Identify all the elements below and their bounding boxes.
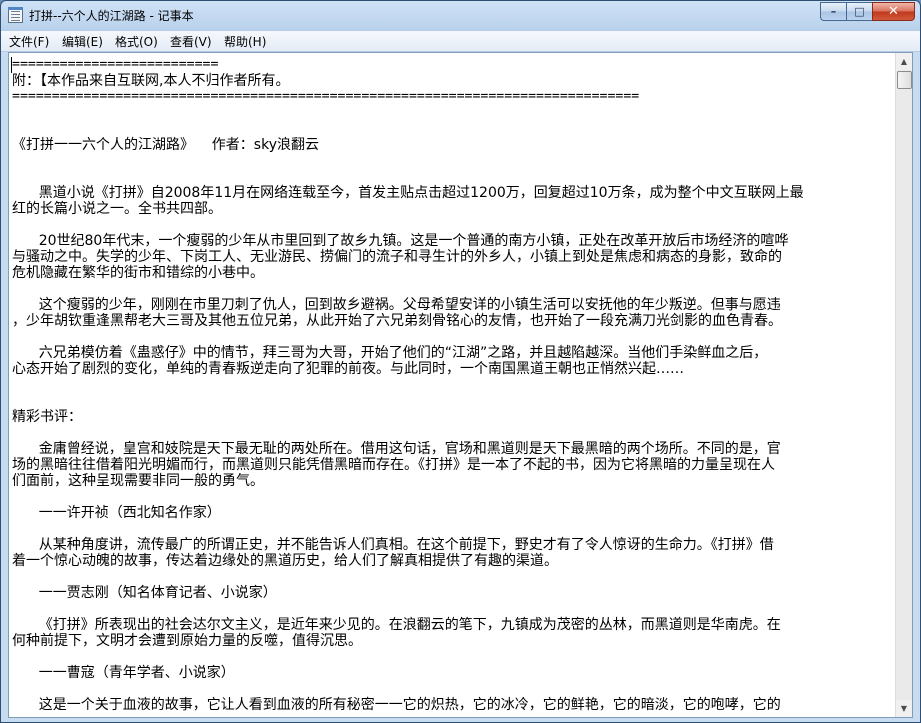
document-line: 六兄弟模仿着《蛊惑仔》中的情节，拜三哥为大哥，开始了他们的“江湖”之路，并且越陷… [12,345,768,361]
notepad-window: 打拼--六个人的江湖路 - 记事本 – □ ✕ 文件(F) 编辑(E) 格式(O… [0,0,921,723]
menu-file[interactable]: 文件(F) [8,33,50,50]
document-line: 这个瘦弱的少年，刚刚在市里刀刺了仇人，回到故乡避祸。父母希望安详的小镇生活可以安… [12,297,781,313]
document-line: ========================================… [12,89,640,104]
menu-help[interactable]: 帮助(H) [223,33,267,50]
document-line: 危机隐藏在繁华的街市和错综的小巷中。 [12,265,264,281]
scroll-up-button[interactable]: ▲ [896,53,912,70]
document-line: 20世纪80年代末，一个瘦弱的少年从市里回到了故乡九镇。这是一个普通的南方小镇，… [12,233,789,249]
vertical-scrollbar[interactable]: ▲ ▼ [895,53,912,717]
document-line: 心态开始了剧烈的变化，单纯的青春叛逆走向了犯罪的前夜。与此同时，一个南国黑道王朝… [12,361,684,377]
window-title: 打拼--六个人的江湖路 - 记事本 [29,9,194,23]
title-bar[interactable]: 打拼--六个人的江湖路 - 记事本 – □ ✕ [1,1,920,29]
menu-format[interactable]: 格式(O) [114,33,159,50]
document-line: ，少年胡钦重逢黑帮老大三哥及其他五位兄弟，从此开始了六兄弟刻骨铭心的友情，也开始… [12,313,782,329]
document-line: 何种前提下，文明才会遭到原始力量的反噬，值得沉思。 [12,633,362,649]
document-line: 这是一个关于血液的故事，它让人看到血液的所有秘密一一它的炽热，它的冰冷，它的鲜艳… [12,697,781,713]
document-line: 们面前，这种呈现需要非同一般的勇气。 [12,473,264,489]
document-line: 金庸曾经说，皇宫和妓院是天下最无耻的两处所在。借用这句话，官场和黑道则是天下最黑… [12,441,781,457]
maximize-button[interactable]: □ [846,2,872,21]
document-line: 一一许开祯（西北知名作家） [12,505,221,521]
document-line: 与骚动之中。失学的少年、下岗工人、无业游民、捞偏门的流子和寻生计的外乡人，小镇上… [12,249,782,265]
document-line: 一一贾志刚（知名体育记者、小说家） [12,585,277,601]
document-line: 着一个惊心动魄的故事，传达着边缘处的黑道历史，给人们了解真相提供了有趣的渠道。 [12,553,558,569]
document-line: 从某种角度讲，流传最广的所谓正史，并不能告诉人们真相。在这个前提下，野史才有了令… [12,537,774,553]
document-line: 红的长篇小说之一。全书共四部。 [12,201,222,217]
text-editor-area[interactable]: ========================== 附：【本作品来自互联网,本人… [8,52,913,718]
close-icon: ✕ [888,4,899,19]
scroll-up-arrow-icon: ▲ [900,57,908,66]
scroll-down-arrow-icon: ▼ [900,704,908,713]
menu-bar: 文件(F) 编辑(E) 格式(O) 查看(V) 帮助(H) [1,30,920,52]
document-line: 《打拼一一六个人的江湖路》 作者：sky浪翻云 [12,137,319,153]
close-button[interactable]: ✕ [872,2,915,21]
notepad-app-icon[interactable] [8,7,23,23]
scroll-down-button[interactable]: ▼ [896,700,912,717]
document-line: 《打拼》所表现出的社会达尔文主义，是近年来少见的。在浪翻云的笔下，九镇成为茂密的… [12,617,781,633]
minimize-icon: – [830,5,837,18]
document-line: 黑道小说《打拼》自2008年11月在网络连载至今，首发主贴点击超过1200万，回… [12,185,804,201]
maximize-icon: □ [854,5,865,18]
scroll-thumb[interactable] [897,71,912,89]
caption-buttons: – □ ✕ [820,2,915,22]
document-line: ========================== [12,57,219,72]
minimize-button[interactable]: – [820,2,846,21]
document-line: 场的黑暗往往借着阳光明媚而行，而黑道则只能凭借黑暗而存在。《打拼》是一本了不起的… [12,457,775,473]
document-line: 精彩书评： [12,409,82,425]
menu-edit[interactable]: 编辑(E) [61,33,104,50]
document-line: 附：【本作品来自互联网,本人不归作者所有。 [12,73,290,89]
document-line: 一一曹寇（青年学者、小说家） [12,665,235,681]
menu-view[interactable]: 查看(V) [169,33,213,50]
